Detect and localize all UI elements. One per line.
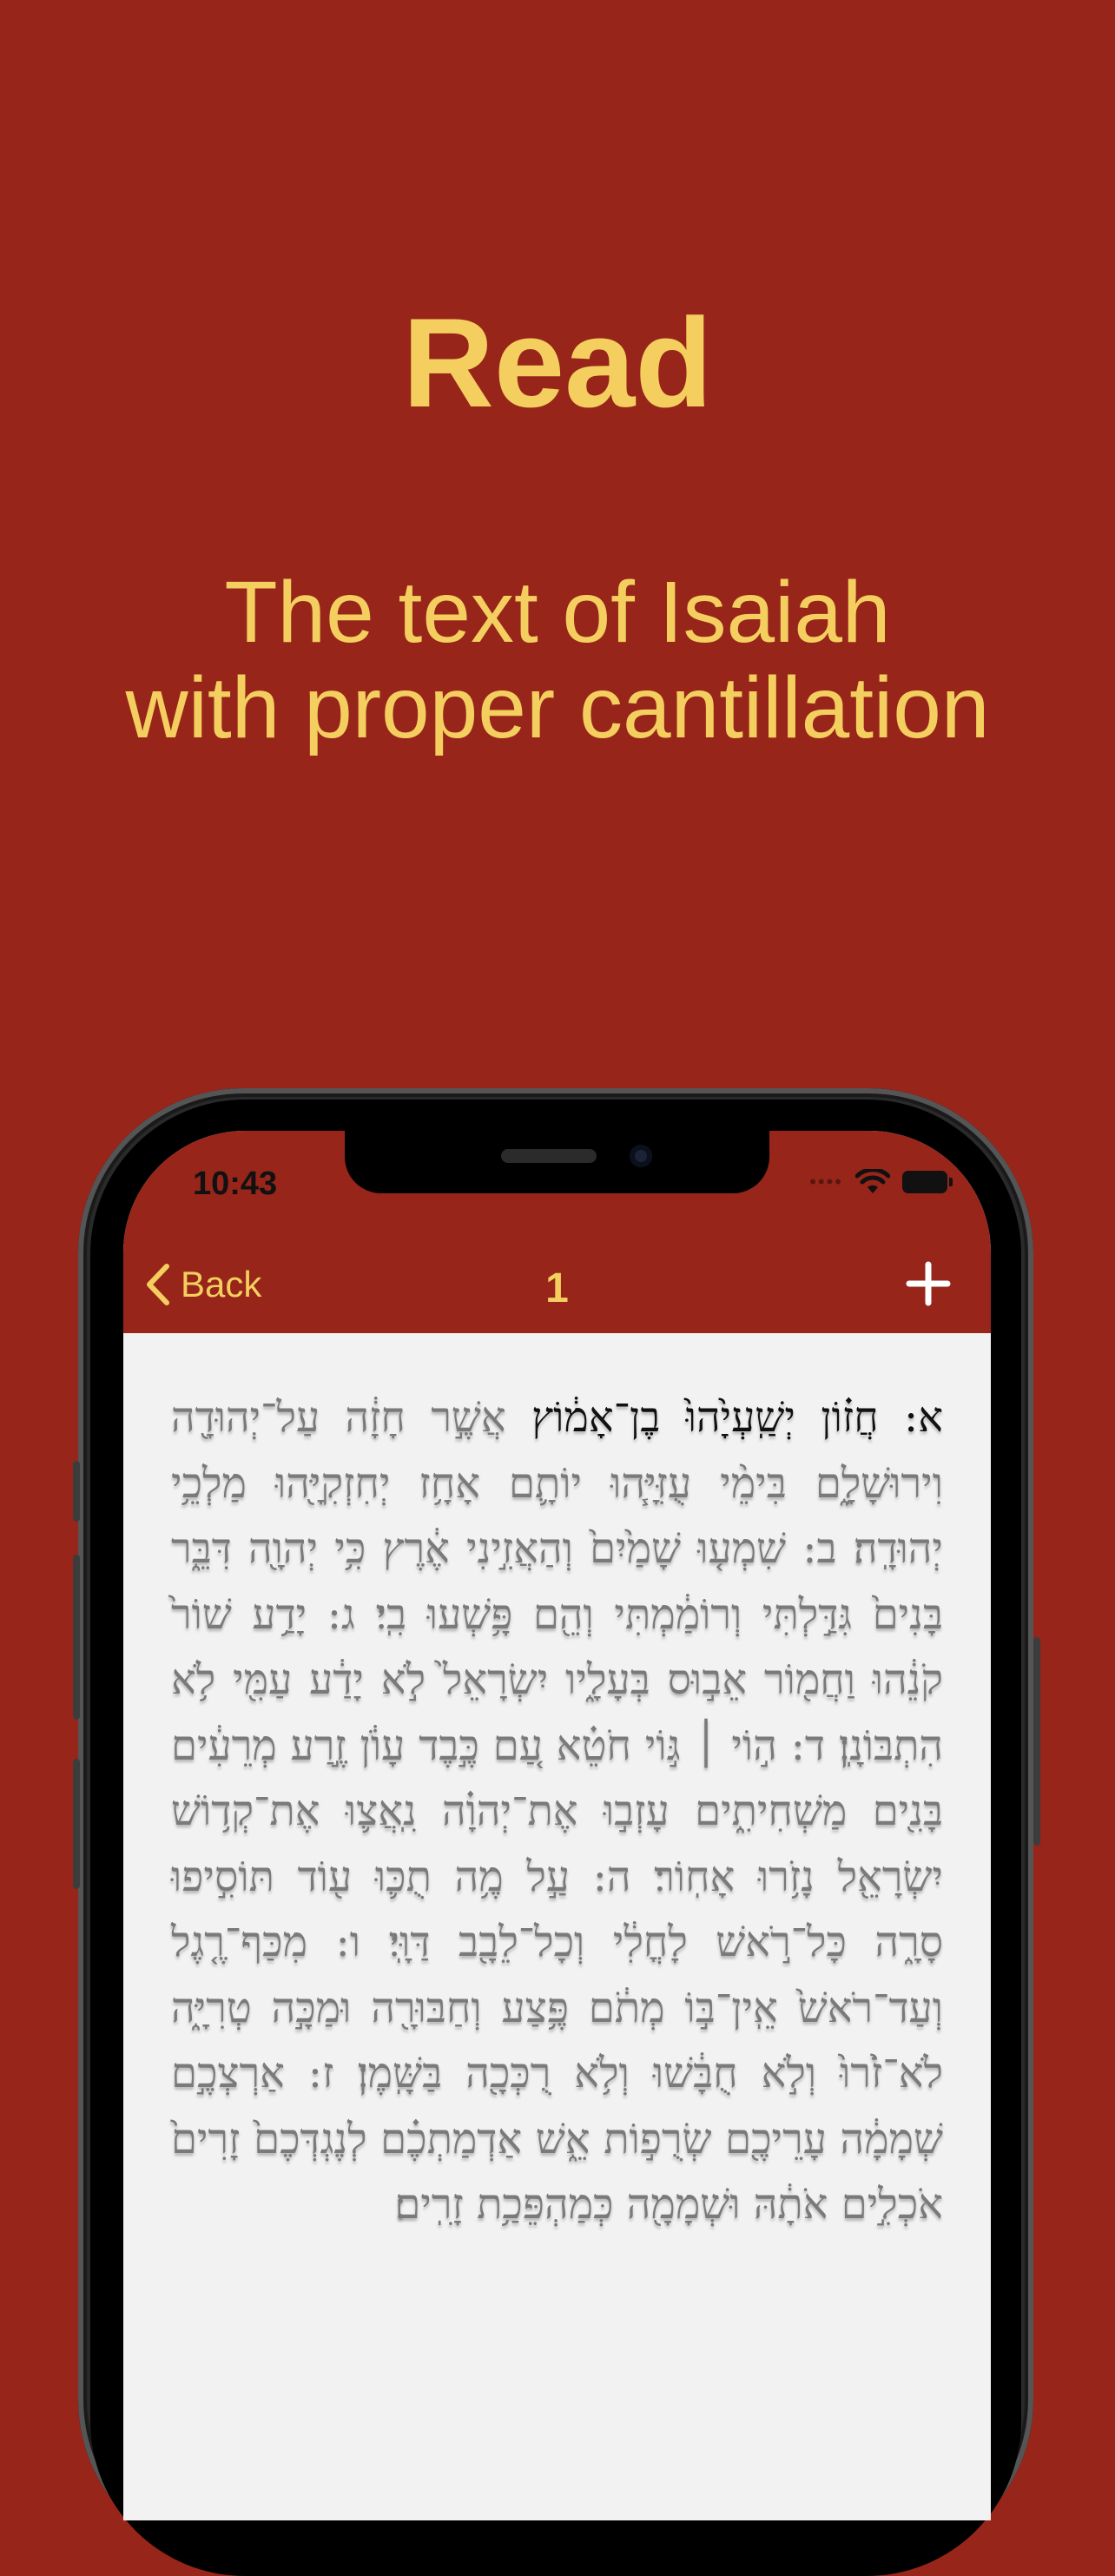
promo-subtitle-line-1: The text of Isaiah [224, 564, 891, 661]
phone-screen: 10:43 •••• Back 1 א: חֲז֗וֹן יְשַֽׁעְיָ֙… [123, 1131, 991, 2520]
nav-bar: Back 1 [123, 1252, 991, 1322]
active-verse-segment[interactable]: א: חֲז֗וֹן יְשַֽׁעְיָ֙הוּ֙ בֶן־אָמ֔וֹץ [531, 1393, 943, 1442]
hebrew-text: א: חֲז֗וֹן יְשַֽׁעְיָ֙הוּ֙ בֶן־אָמ֔וֹץ א… [171, 1385, 943, 2238]
front-camera [630, 1145, 652, 1167]
plus-icon[interactable] [904, 1259, 953, 1308]
promo-subtitle: The text of Isaiah with proper cantillat… [0, 565, 1115, 756]
reader-content: א: חֲז֗וֹן יְשַֽׁעְיָ֙הוּ֙ בֶן־אָמ֔וֹץ א… [123, 1333, 991, 2520]
battery-icon [902, 1171, 953, 1193]
notch [345, 1131, 769, 1193]
side-button-mute [73, 1461, 80, 1522]
app-header: 10:43 •••• Back 1 [123, 1131, 991, 1333]
side-button-volume-up [73, 1555, 80, 1720]
status-time: 10:43 [193, 1166, 278, 1202]
promo-subtitle-line-2: with proper cantillation [125, 659, 990, 756]
wifi-icon [855, 1169, 890, 1193]
nav-title: 1 [545, 1265, 569, 1311]
promo-headline: Read [402, 292, 713, 433]
status-icons: •••• [809, 1169, 953, 1195]
side-button-power [1033, 1637, 1040, 1846]
remaining-text: אֲשֶׁ֣ר חָזָ֔ה עַל־יְהוּדָ֖ה וִירוּשָׁלָ… [171, 1393, 943, 2229]
side-button-volume-down [73, 1759, 80, 1889]
signal-dots-icon: •••• [809, 1171, 843, 1192]
speaker-grille [501, 1149, 597, 1163]
